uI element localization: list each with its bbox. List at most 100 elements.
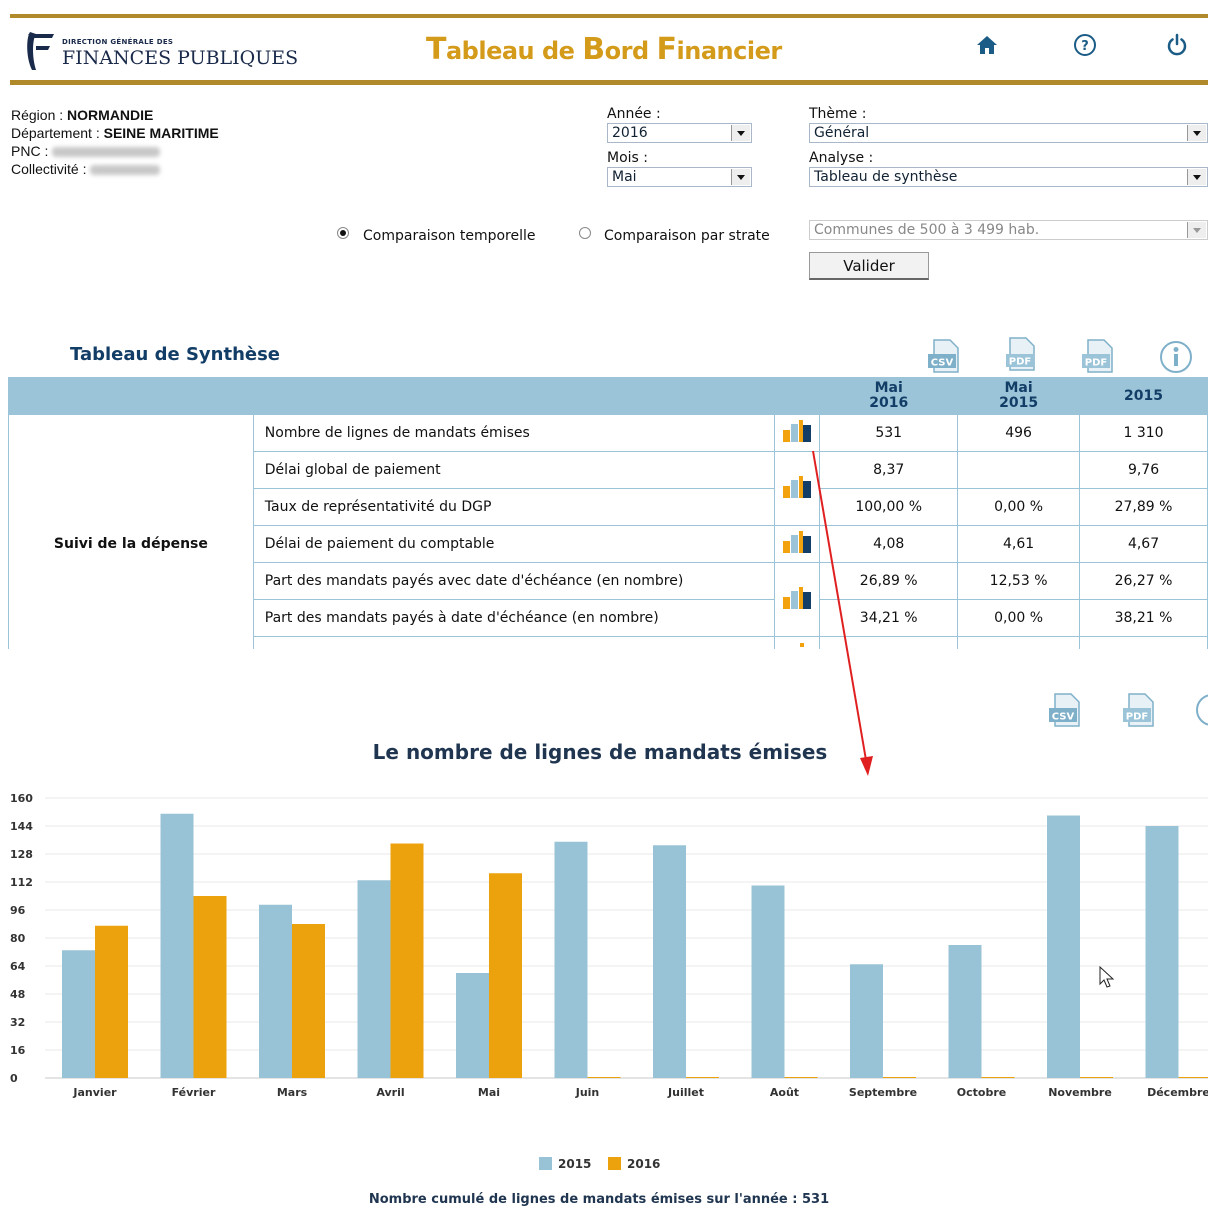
analyse-value: Tableau de synthèse xyxy=(814,169,958,185)
row-label: Nombre de lignes de mandats émises xyxy=(252,414,776,452)
bar-chart: 0 16 32 48 64 80 96 112 128 144 160 Janvier Février M… xyxy=(10,792,1208,1099)
analyse-select[interactable]: Tableau de synthèse xyxy=(809,167,1208,187)
bar-2016 xyxy=(587,1077,621,1078)
csv-icon[interactable]: CSV xyxy=(1049,692,1083,728)
value-cell: 38,21 % xyxy=(1079,599,1208,637)
bar-2015 xyxy=(160,813,194,1078)
bar-chart-icon[interactable] xyxy=(782,475,812,499)
bar-chart-icon[interactable] xyxy=(782,419,812,443)
pdf-icon[interactable]: PDF xyxy=(1123,692,1157,728)
value-cell: 4,08 xyxy=(819,525,959,563)
row-label: Délai global de paiement xyxy=(252,451,776,489)
mois-value: Mai xyxy=(612,169,637,185)
title-cap-t: T xyxy=(426,32,446,67)
bar-2016 xyxy=(390,843,424,1078)
chevron-down-icon[interactable] xyxy=(1187,125,1206,141)
legend-label-2015: 2015 xyxy=(558,1157,592,1171)
value-cell: 4,67 xyxy=(1079,525,1208,563)
title-cap-f: F xyxy=(656,32,678,67)
bar-2015 xyxy=(357,880,391,1078)
bar-2015 xyxy=(62,950,95,1078)
bar-2015 xyxy=(259,904,292,1078)
bar-2016 xyxy=(193,896,227,1078)
bar-2015 xyxy=(456,973,489,1078)
x-tick-label: Avril xyxy=(376,1086,404,1099)
theme-select[interactable]: Général xyxy=(809,123,1208,143)
bar-2015 xyxy=(653,845,686,1078)
radio-strate-label[interactable]: Comparaison par strate xyxy=(604,228,770,244)
y-tick-label: 80 xyxy=(10,932,26,945)
strate-select: Communes de 500 à 3 499 hab. xyxy=(809,220,1208,240)
annee-select[interactable]: 2016 xyxy=(607,123,752,143)
valider-button[interactable]: Valider xyxy=(809,252,929,280)
mois-label: Mois : xyxy=(607,150,648,166)
value-cell: 12,53 % xyxy=(957,562,1081,600)
x-tick-label: Octobre xyxy=(957,1086,1006,1099)
theme-value: Général xyxy=(814,125,870,141)
x-tick-label: Février xyxy=(172,1086,216,1099)
theme-label: Thème : xyxy=(809,106,867,122)
chevron-down-icon[interactable] xyxy=(731,125,750,141)
bar-2016 xyxy=(686,1077,719,1078)
mois-select[interactable]: Mai xyxy=(607,167,752,187)
svg-text:PDF: PDF xyxy=(1085,358,1107,369)
table-header-blank xyxy=(7,377,821,415)
value-cell: 100,00 % xyxy=(819,488,959,526)
info-icon[interactable] xyxy=(1159,340,1193,376)
info-icon[interactable] xyxy=(1194,692,1208,728)
app-title: Tableau de Bord Financier xyxy=(426,32,782,67)
annee-label: Année : xyxy=(607,106,661,122)
bar-2016 xyxy=(292,924,325,1078)
value-cell: 4,61 xyxy=(957,525,1081,563)
chevron-down-icon[interactable] xyxy=(1187,169,1206,185)
chevron-down-icon[interactable] xyxy=(731,169,750,185)
context-info: Région : NORMANDIE Département : SEINE M… xyxy=(11,106,219,178)
chart-link-cell[interactable] xyxy=(774,562,821,637)
bar-chart-icon[interactable] xyxy=(782,530,812,554)
col-header-mai-2016: Mai 2016 xyxy=(819,377,959,415)
x-tick-label: Novembre xyxy=(1048,1086,1112,1099)
bar-2015 xyxy=(850,964,883,1078)
value-cell: 8,37 xyxy=(819,451,959,489)
value-cell: 0,00 % xyxy=(957,599,1081,637)
power-icon[interactable] xyxy=(1164,32,1190,58)
radio-temporelle-label[interactable]: Comparaison temporelle xyxy=(363,228,536,244)
csv-icon[interactable]: CSV xyxy=(928,338,962,374)
home-icon[interactable] xyxy=(974,32,1000,58)
bar-2016 xyxy=(489,873,522,1078)
group-label: Suivi de la dépense xyxy=(8,414,254,674)
svg-text:?: ? xyxy=(1081,39,1089,54)
bar-2016 xyxy=(981,1077,1015,1078)
title-cap-b: B xyxy=(582,32,605,67)
pdf-icon[interactable]: PDF xyxy=(1004,336,1038,372)
chart-link-cell[interactable] xyxy=(774,414,821,452)
y-tick-label: 48 xyxy=(10,988,25,1001)
annee-value: 2016 xyxy=(612,125,648,141)
region-label: Région : xyxy=(11,107,64,123)
legend-label-2016: 2016 xyxy=(627,1157,661,1171)
bar-2016 xyxy=(883,1077,916,1078)
svg-text:PDF: PDF xyxy=(1009,357,1031,368)
value-cell: 26,27 % xyxy=(1079,562,1208,600)
collectivite-redacted xyxy=(90,165,161,176)
title-part-1: ableau de xyxy=(445,37,583,65)
header-top-rule xyxy=(10,14,1208,18)
table-header-row: Mai 2016 Mai 2015 2015 xyxy=(7,377,1208,415)
table-row: Suivi de la dépense Nombre de lignes de … xyxy=(8,414,1208,674)
strate-value: Communes de 500 à 3 499 hab. xyxy=(814,222,1040,238)
radio-comparaison-strate[interactable] xyxy=(579,227,591,239)
value-cell: 26,89 % xyxy=(819,562,959,600)
help-icon[interactable]: ? xyxy=(1072,32,1098,58)
value-cell xyxy=(957,451,1081,489)
radio-comparaison-temporelle[interactable] xyxy=(337,227,349,239)
pdf-icon[interactable]: PDF xyxy=(1082,338,1116,374)
chart-link-cell[interactable] xyxy=(774,525,821,563)
svg-text:CSV: CSV xyxy=(931,358,954,369)
legend-item-2016[interactable]: 2016 xyxy=(608,1157,660,1171)
legend-item-2015[interactable]: 2015 xyxy=(539,1157,591,1171)
bar-chart-icon[interactable] xyxy=(782,586,812,610)
value-cell: 1 310 xyxy=(1079,414,1208,452)
bar-2015 xyxy=(1145,826,1179,1078)
chart-link-cell[interactable] xyxy=(774,451,821,526)
analyse-label: Analyse : xyxy=(809,150,874,166)
